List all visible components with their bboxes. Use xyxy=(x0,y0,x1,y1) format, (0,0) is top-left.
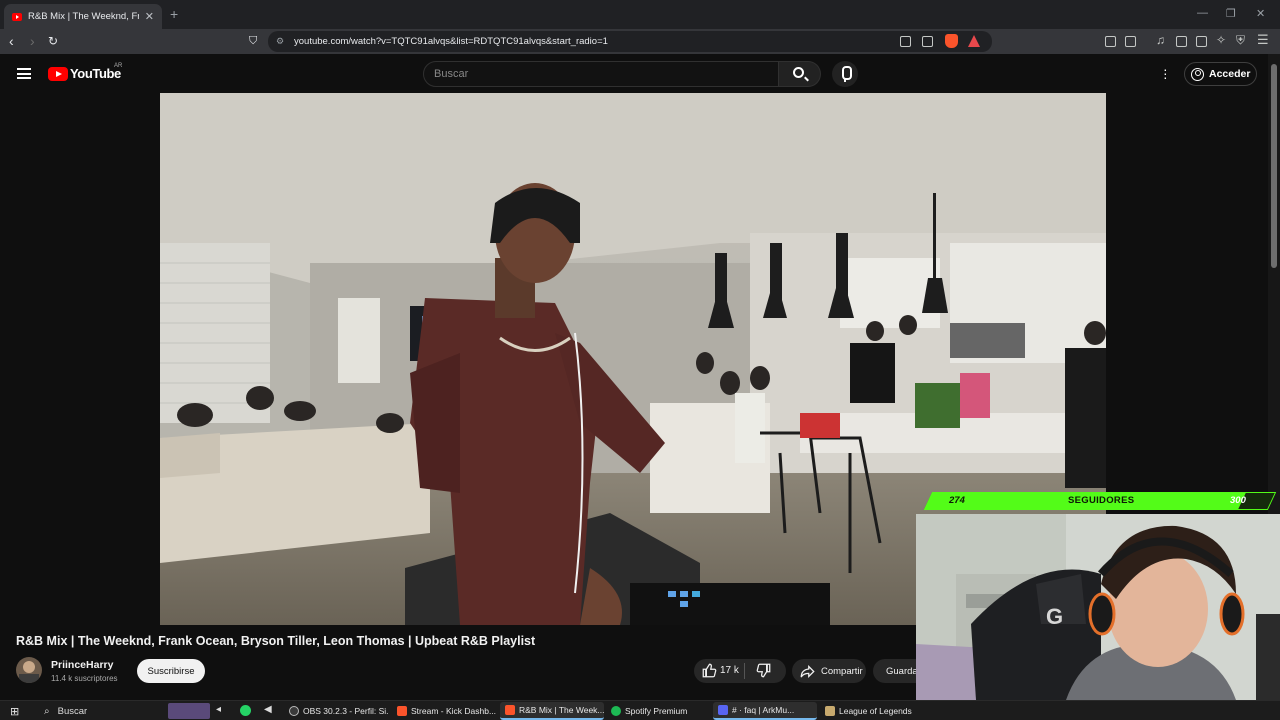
back-icon[interactable]: ‹ xyxy=(9,32,14,50)
brave-icon xyxy=(397,706,407,716)
spotify-icon xyxy=(611,706,621,716)
subscribe-button[interactable]: Suscribirse xyxy=(137,659,205,683)
like-icon[interactable] xyxy=(702,663,717,678)
taskbar-app-spotify[interactable]: Spotify Premium xyxy=(606,702,710,720)
svg-text:G: G xyxy=(1046,604,1063,629)
new-tab-button[interactable]: + xyxy=(170,6,178,22)
sidebar-icon[interactable] xyxy=(1176,36,1187,47)
taskbar-chevron-icon[interactable]: ◂ xyxy=(216,704,221,715)
taskbar-app-label: OBS 30.2.3 - Perfil: Si... xyxy=(303,706,388,716)
avatar-image xyxy=(19,661,39,683)
taskbar-app-label: League of Legends xyxy=(839,706,912,716)
taskbar-app-obs[interactable]: OBS 30.2.3 - Perfil: Si... xyxy=(284,702,388,720)
browser-tab-title: R&B Mix | The Weeknd, Frank xyxy=(28,11,139,22)
extensions-icon[interactable] xyxy=(1105,36,1116,47)
save-label: Guardar xyxy=(886,665,917,677)
start-icon[interactable]: ⊞ xyxy=(10,705,19,718)
site-info-icon[interactable]: ⚙ xyxy=(276,36,284,47)
taskbar-app-kick-dashboard[interactable]: Stream - Kick Dashb... xyxy=(392,702,496,720)
taskbar-app-league[interactable]: League of Legends xyxy=(820,702,920,720)
restore-icon[interactable]: ❐ xyxy=(1226,7,1236,20)
close-tab-icon[interactable]: ✕ xyxy=(145,10,154,23)
menu-icon[interactable]: ☰ xyxy=(1257,32,1269,48)
league-of-legends-icon xyxy=(825,706,835,716)
voice-search-button[interactable] xyxy=(832,61,858,87)
browser-toolbar: ‹ › ↻ ⛉ ⚙ youtube.com/watch?v=TQTC91alvq… xyxy=(0,29,1280,54)
follower-goal-bar: 274 SEGUIDORES 300 xyxy=(920,492,1280,510)
search-box[interactable] xyxy=(423,61,779,87)
speaker-icon[interactable]: ◀ xyxy=(264,704,272,715)
follower-current: 274 xyxy=(949,495,965,506)
channel-name[interactable]: PriinceHarry xyxy=(51,659,113,671)
channel-avatar[interactable] xyxy=(16,657,42,683)
taskbar-search-label: Buscar xyxy=(57,705,88,717)
like-count[interactable]: 17 k xyxy=(720,665,739,676)
url-text: youtube.com/watch?v=TQTC91alvqs&list=RDT… xyxy=(294,36,608,47)
like-divider xyxy=(744,663,745,679)
wallet-icon[interactable] xyxy=(1196,36,1207,47)
taskbar-app-label: Spotify Premium xyxy=(625,706,688,716)
windows-taskbar: ⊞ ⌕ Buscar ◂ ◀ OBS 30.2.3 - Perfil: Si..… xyxy=(0,700,1280,720)
reader-icon[interactable] xyxy=(1125,36,1136,47)
minimize-icon[interactable]: — xyxy=(1197,7,1208,19)
taskbar-app-discord[interactable]: # · faq | ArkMu... xyxy=(713,702,817,720)
country-code: AR xyxy=(114,63,123,69)
address-bar[interactable]: ⚙ youtube.com/watch?v=TQTC91alvqs&list=R… xyxy=(268,31,992,52)
webcam-feed: G xyxy=(916,514,1280,700)
cast-icon[interactable] xyxy=(900,36,911,47)
taskbar-app-label: # · faq | ArkMu... xyxy=(732,705,795,715)
guide-menu-icon[interactable] xyxy=(17,68,31,79)
taskbar-widget-image[interactable] xyxy=(168,703,210,719)
video-title: R&B Mix | The Weeknd, Frank Ocean, Bryso… xyxy=(16,634,536,648)
subscriber-count: 11.4 k suscriptores xyxy=(51,674,118,683)
settings-kebab-icon[interactable]: · · · xyxy=(1163,62,1168,84)
follower-goal-target: 300 xyxy=(1230,495,1246,506)
taskbar-app-label: R&B Mix | The Week... xyxy=(519,705,604,715)
search-icon xyxy=(793,67,804,78)
sign-in-label: Acceder xyxy=(1209,68,1251,80)
taskbar-app-rnb-mix[interactable]: R&B Mix | The Week... xyxy=(500,702,604,720)
browser-tab[interactable]: R&B Mix | The Weeknd, Frank ✕ xyxy=(4,4,162,29)
taskbar-search-icon: ⌕ xyxy=(44,705,50,717)
browser-tab-strip: R&B Mix | The Weeknd, Frank ✕ + — ❐ ✕ xyxy=(0,0,1280,29)
save-button[interactable]: Guardar xyxy=(873,659,917,683)
media-icon[interactable]: ♫ xyxy=(1156,33,1165,47)
youtube-logo-icon[interactable] xyxy=(48,67,68,81)
discord-icon xyxy=(718,705,728,715)
share-page-icon[interactable] xyxy=(922,36,933,47)
youtube-favicon-icon xyxy=(12,12,22,21)
forward-icon[interactable]: › xyxy=(30,32,35,50)
close-window-icon[interactable]: ✕ xyxy=(1256,7,1265,20)
whatsapp-icon[interactable] xyxy=(240,705,251,716)
leo-ai-icon[interactable]: ✧ xyxy=(1216,33,1226,47)
taskbar-app-label: Stream - Kick Dashb... xyxy=(411,706,496,716)
youtube-header: YouTube AR ··· Acceder xyxy=(0,54,1268,92)
bookmark-icon[interactable]: ⛉ xyxy=(249,32,257,50)
search-input[interactable] xyxy=(434,68,764,80)
dislike-icon[interactable] xyxy=(756,663,771,678)
obs-icon xyxy=(289,706,299,716)
like-dislike-group: 17 k xyxy=(694,659,786,683)
share-icon xyxy=(800,664,815,678)
share-label: Compartir xyxy=(821,665,863,677)
scrollbar-thumb[interactable] xyxy=(1271,64,1277,268)
reload-icon[interactable]: ↻ xyxy=(48,32,58,50)
brave-shields-icon[interactable] xyxy=(945,34,958,48)
brave-icon xyxy=(505,705,515,715)
search-button[interactable] xyxy=(779,61,821,87)
account-icon xyxy=(1191,67,1204,81)
share-button[interactable]: Compartir xyxy=(792,659,866,683)
vpn-icon[interactable]: ⛨ xyxy=(1236,33,1245,48)
webcam-image: G xyxy=(916,514,1280,700)
taskbar-search[interactable]: ⌕ Buscar xyxy=(36,703,176,719)
follower-goal-label: SEGUIDORES xyxy=(1068,495,1135,506)
sign-in-button[interactable]: Acceder xyxy=(1184,62,1257,86)
